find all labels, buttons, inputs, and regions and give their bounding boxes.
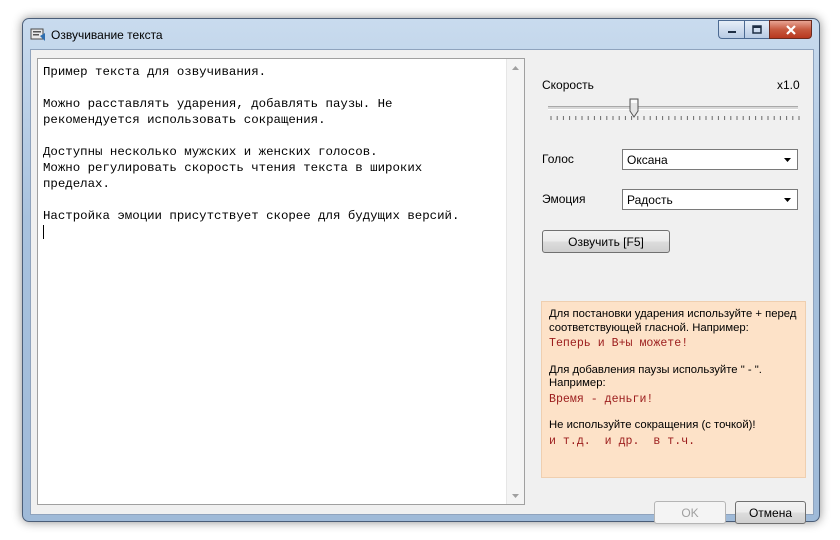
chevron-down-icon	[784, 158, 791, 162]
speed-slider-ticks	[550, 116, 800, 120]
ok-button[interactable]: OK	[654, 501, 726, 524]
maximize-button[interactable]	[744, 20, 769, 39]
close-icon	[785, 24, 796, 35]
stress-example: Теперь и В+ы можете!	[549, 337, 689, 350]
close-button[interactable]	[769, 20, 812, 39]
scroll-down-icon	[512, 493, 519, 498]
caption-buttons	[718, 20, 812, 40]
help-panel: Для постановки ударения используйте + пе…	[541, 301, 806, 478]
voice-select[interactable]: Оксана	[622, 149, 798, 170]
maximize-icon	[752, 25, 762, 34]
abbr-example: и т.д. и др. в т.ч.	[549, 434, 696, 448]
editor-line: Настройка эмоции присутствует скорее для…	[43, 209, 460, 223]
emotion-label: Эмоция	[542, 192, 586, 206]
speed-label: Скорость	[542, 78, 594, 92]
scroll-up-icon	[512, 65, 519, 70]
editor-line: Можно регулировать скорость чтения текст…	[43, 161, 423, 175]
speed-slider-thumb[interactable]	[629, 98, 639, 118]
chevron-down-icon	[784, 198, 791, 202]
editor-line: рекомендуется использовать сокращения.	[43, 113, 326, 127]
ok-button-label: OK	[681, 505, 699, 520]
scroll-down-button[interactable]	[507, 487, 524, 504]
stress-help-text: Для постановки ударения используйте + пе…	[549, 308, 797, 334]
speak-button-label: Озвучить [F5]	[568, 234, 644, 249]
editor-line: Доступны несколько мужских и женских гол…	[43, 145, 378, 159]
minimize-button[interactable]	[718, 20, 744, 39]
pause-help-text: Для добавления паузы используйте " - ". …	[549, 363, 762, 390]
window-title: Озвучивание текста	[51, 28, 163, 42]
main-window: Озвучивание текста Пример текста для озв…	[22, 18, 820, 524]
minimize-icon	[727, 30, 736, 33]
title-bar[interactable]: Озвучивание текста	[23, 19, 819, 49]
abbr-help-text: Не используйте сокращения (с точкой)!	[549, 419, 756, 431]
editor-line: пределах.	[43, 177, 110, 191]
emotion-select[interactable]: Радость	[622, 189, 798, 210]
app-icon	[30, 28, 45, 41]
text-caret	[43, 224, 44, 239]
pause-example: Время - деньги!	[549, 392, 654, 406]
emotion-selected-value: Радость	[627, 193, 673, 207]
scroll-up-button[interactable]	[507, 59, 524, 76]
editor-line: Можно расставлять ударения, добавлять па…	[43, 97, 393, 111]
speed-value: x1.0	[777, 78, 800, 92]
voice-selected-value: Оксана	[627, 153, 668, 167]
dialog-client-area: Пример текста для озвучивания. Можно рас…	[30, 49, 814, 524]
voice-label: Голос	[542, 152, 574, 166]
editor-content[interactable]: Пример текста для озвучивания. Можно рас…	[43, 64, 503, 240]
speed-slider-track[interactable]	[548, 106, 798, 110]
editor-scrollbar[interactable]	[506, 59, 524, 504]
speak-button[interactable]: Озвучить [F5]	[542, 230, 670, 253]
cancel-button-label: Отмена	[748, 505, 793, 520]
cancel-button[interactable]: Отмена	[735, 501, 806, 524]
editor-line: Пример текста для озвучивания.	[43, 65, 267, 79]
text-editor[interactable]: Пример текста для озвучивания. Можно рас…	[37, 58, 525, 505]
